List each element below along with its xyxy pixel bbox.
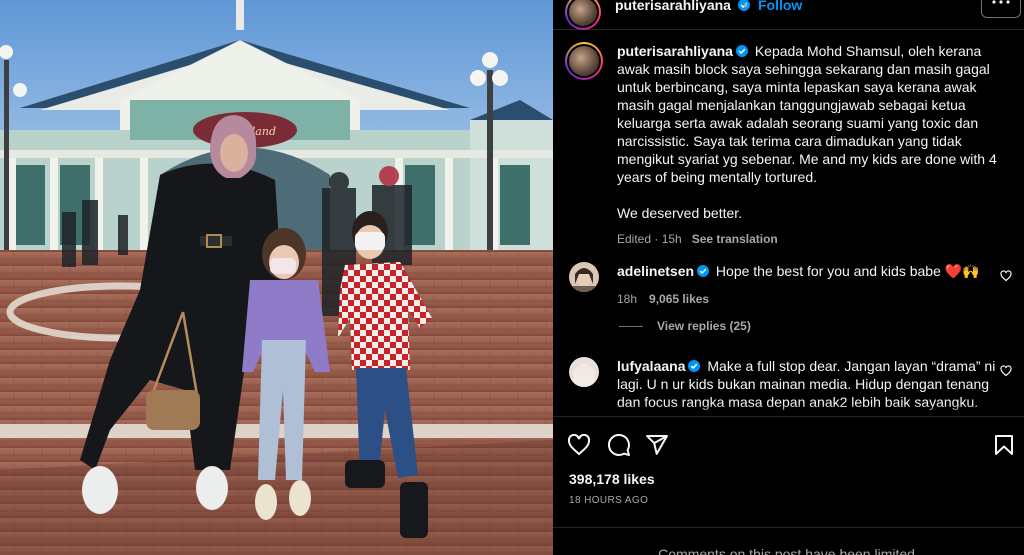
bookmark-icon[interactable]: [992, 433, 1016, 457]
heart-icon[interactable]: [1000, 270, 1012, 282]
more-icon: [992, 0, 1010, 4]
comment-item: adelinetsen Hope the best for you and ki…: [565, 262, 1012, 308]
like-heart-icon[interactable]: [567, 433, 591, 457]
comment-username[interactable]: lufyalaana: [617, 358, 685, 374]
caption-closing: We deserved better.: [617, 205, 743, 221]
comment-username[interactable]: adelinetsen: [617, 263, 694, 279]
view-replies-label: View replies (25): [657, 319, 751, 333]
comment-meta: 18h 9,065 likes: [617, 290, 1012, 308]
caption-text: Kepada Mohd Shamsul, oleh kerana awak ma…: [617, 43, 997, 185]
see-translation-link[interactable]: See translation: [692, 232, 778, 246]
commenter-avatar[interactable]: [569, 262, 599, 292]
replies-divider: [619, 326, 643, 328]
post-sidebar: puterisarahliyana • Follow puterisarahli…: [553, 0, 1024, 555]
comment-age: 18h: [617, 292, 638, 306]
comment-text: Hope the best for you and kids babe ❤️🙌: [715, 263, 980, 279]
heart-icon[interactable]: [1000, 365, 1012, 377]
post-caption: puterisarahliyana Kepada Mohd Shamsul, o…: [565, 42, 1012, 248]
post-header: puterisarahliyana • Follow: [553, 0, 1024, 30]
author-username[interactable]: puterisarahliyana: [615, 0, 753, 13]
comments-limited-notice: Comments on this post have been limited.: [553, 527, 1024, 555]
verified-icon: [697, 265, 710, 277]
edited-timestamp: Edited · 15h: [617, 232, 682, 246]
more-options-button[interactable]: [981, 0, 1021, 18]
photo-scene: Disneyland: [0, 0, 553, 555]
separator-dot: •: [743, 0, 748, 13]
post-time: 18 HOURS AGO: [569, 495, 649, 506]
share-icon[interactable]: [645, 433, 669, 457]
caption-meta: Edited · 15h See translation: [617, 230, 1012, 248]
verified-icon: [735, 45, 748, 57]
caption-avatar[interactable]: [565, 42, 603, 80]
likes-count[interactable]: 398,178 likes: [569, 471, 655, 487]
caption-username[interactable]: puterisarahliyana: [617, 43, 733, 59]
commenter-avatar[interactable]: [569, 357, 599, 387]
view-replies-button[interactable]: View replies (25): [619, 319, 751, 333]
comment-item: lufyalaana Make a full stop dear. Jangan…: [565, 357, 1012, 411]
post-photo[interactable]: Disneyland: [0, 0, 553, 555]
action-bar: 398,178 likes 18 HOURS AGO: [553, 416, 1024, 528]
author-avatar[interactable]: [565, 0, 601, 30]
follow-button[interactable]: Follow: [758, 0, 802, 13]
comment-icon[interactable]: [607, 433, 631, 457]
verified-icon: [688, 360, 701, 372]
comment-like-count[interactable]: 9,065 likes: [649, 292, 709, 306]
